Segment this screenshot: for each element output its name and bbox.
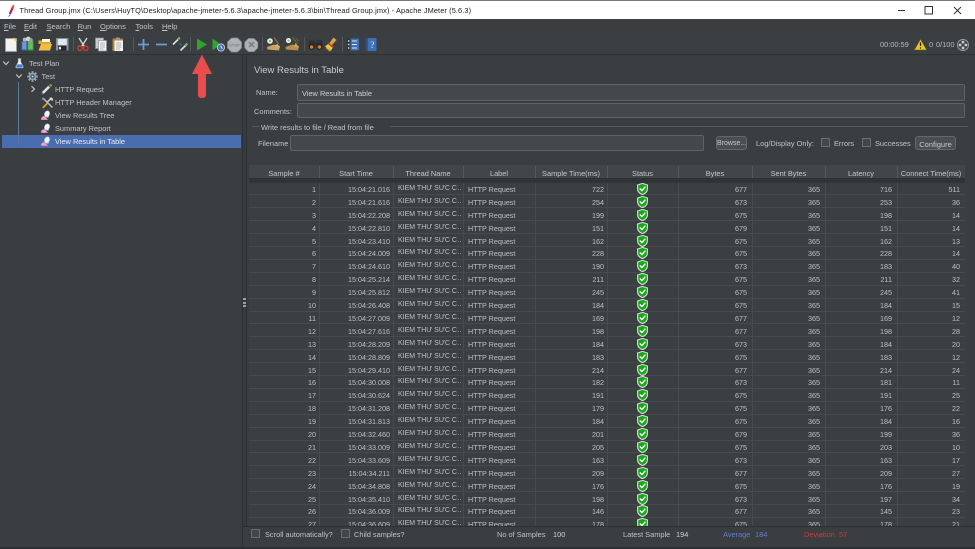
svg-text:STOP: STOP bbox=[229, 42, 240, 47]
svg-text:?: ? bbox=[370, 40, 374, 50]
